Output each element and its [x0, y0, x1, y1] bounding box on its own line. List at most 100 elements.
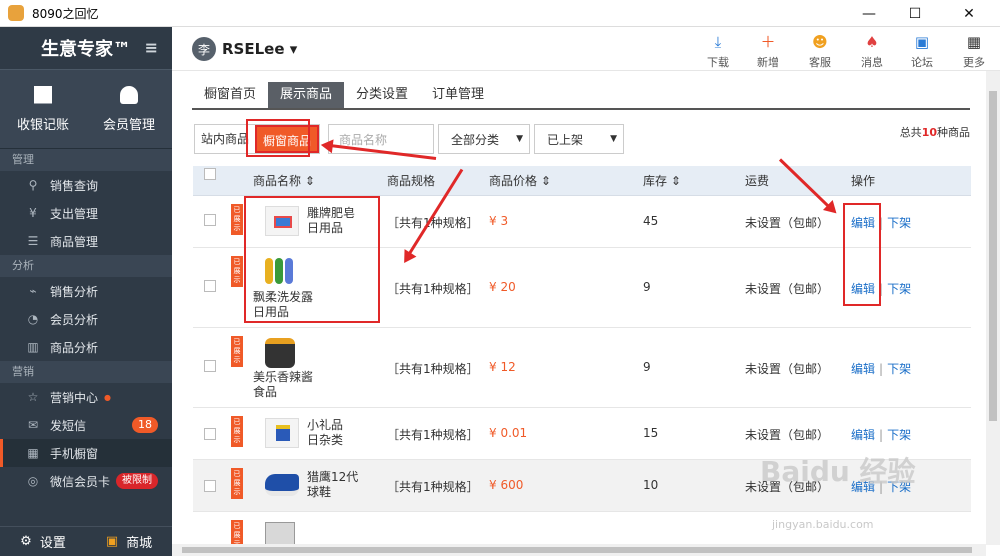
sidebar-item-label: 销售查询 — [50, 178, 99, 193]
sidebar-item-wechat-card[interactable]: ◎ 微信会员卡 被限制 — [0, 467, 172, 495]
row-checkbox[interactable] — [204, 480, 216, 492]
sidebar-item-label: 会员分析 — [50, 312, 99, 327]
product-thumbnail — [265, 206, 299, 236]
sidebar-item-expense[interactable]: ¥ 支出管理 — [0, 199, 172, 227]
user-menu[interactable]: 李 RSELee ▾ — [192, 37, 297, 61]
unlist-link[interactable]: 下架 — [887, 216, 911, 230]
mail-icon: ✉ — [27, 418, 39, 432]
product-spec: ［共有1种规格］ — [387, 362, 479, 376]
product-name-cell: 美乐香辣酱 食品 — [253, 370, 313, 400]
quick-member-label: 会员管理 — [102, 117, 155, 133]
edit-link[interactable]: 编辑 — [851, 282, 875, 296]
tab-order-management[interactable]: 订单管理 — [420, 82, 496, 108]
product-name: 猎鹰12代 — [307, 470, 359, 484]
product-name: 美乐香辣酱 — [253, 370, 314, 384]
sidebar-item-sales-analysis[interactable]: ⌁ 销售分析 — [0, 277, 172, 305]
product-price: ¥ 3 — [489, 214, 509, 228]
settings-button[interactable]: ⚙ 设置 — [0, 527, 86, 556]
header-actions: 操作 — [851, 174, 876, 188]
add-label: 新增 — [757, 56, 779, 69]
edit-link[interactable]: 编辑 — [851, 428, 875, 442]
category-select[interactable]: 全部分类 ▼ — [438, 124, 530, 154]
sidebar-item-label: 支出管理 — [50, 206, 99, 221]
messages-button[interactable]: ♠ 消息 — [852, 33, 892, 70]
star-icon: ☆ — [27, 390, 39, 404]
tab-display-products[interactable]: 展示商品 — [268, 82, 345, 108]
product-category: 食品 — [253, 385, 278, 399]
sms-count-badge: 18 — [132, 417, 158, 433]
sidebar-item-products[interactable]: ☰ 商品管理 — [0, 227, 172, 255]
close-button[interactable]: ✕ — [946, 0, 992, 27]
header-price[interactable]: 商品价格 ⇕ — [489, 172, 551, 189]
baidu-watermark: Baidu 经验 — [760, 455, 916, 488]
more-button[interactable]: ▦ 更多 — [954, 33, 994, 70]
category-select-value: 全部分类 — [451, 132, 500, 147]
settings-label: 设置 — [39, 536, 66, 551]
download-button[interactable]: ⤓ 下载 — [698, 33, 738, 70]
grid-icon: ▦ — [966, 33, 982, 51]
product-stock: 9 — [643, 280, 651, 294]
displayed-tag: 已展示 — [231, 520, 243, 544]
mall-button[interactable]: ▣ 商城 — [86, 527, 172, 556]
status-select[interactable]: 已上架 ▼ — [534, 124, 624, 154]
caret-down-icon: ▼ — [516, 134, 523, 144]
maximize-button[interactable]: ☐ — [892, 0, 938, 27]
unlist-link[interactable]: 下架 — [887, 362, 911, 376]
quick-cashier-button[interactable]: 收银记账 — [0, 70, 86, 148]
header-stock[interactable]: 库存 ⇕ — [643, 172, 681, 189]
sidebar-item-product-analysis[interactable]: ▥ 商品分析 — [0, 333, 172, 361]
sidebar-item-sales-query[interactable]: ⚲ 销售查询 — [0, 171, 172, 199]
edit-link[interactable]: 编辑 — [851, 216, 875, 230]
displayed-tag: 已展示 — [231, 336, 243, 367]
showcase-tabs: 橱窗首页 展示商品 分类设置 订单管理 — [192, 82, 970, 110]
edit-link[interactable]: 编辑 — [851, 362, 875, 376]
sidebar-item-mobile-showcase[interactable]: ▦ 手机橱窗 — [0, 439, 172, 467]
unlist-link[interactable]: 下架 — [887, 282, 911, 296]
horizontal-scrollbar[interactable] — [172, 544, 986, 556]
quick-member-button[interactable]: 会员管理 — [86, 70, 172, 148]
product-thumbnail — [265, 338, 295, 368]
hamburger-menu-icon[interactable]: ≡ — [145, 38, 158, 57]
displayed-tag: 已展示 — [231, 256, 243, 287]
caret-down-icon: ▼ — [610, 134, 617, 144]
plus-icon: ＋ — [760, 33, 776, 51]
product-shipping: 未设置（包邮） — [745, 428, 830, 442]
product-stock: 15 — [643, 426, 659, 440]
vertical-scrollbar[interactable] — [986, 71, 1000, 545]
header-shipping: 运费 — [745, 174, 770, 188]
bar-chart-icon: ▥ — [27, 340, 39, 354]
sidebar-item-sms[interactable]: ✉ 发短信 18 — [0, 411, 172, 439]
product-name: 飘柔洗发露 — [253, 290, 314, 304]
select-all-checkbox[interactable] — [204, 168, 216, 180]
bag-icon: ▣ — [105, 534, 119, 549]
minimize-button[interactable]: — — [846, 0, 892, 27]
sidebar-item-label: 发短信 — [50, 418, 87, 433]
add-button[interactable]: ＋ 新增 — [748, 33, 788, 70]
horizontal-scroll-thumb[interactable] — [182, 547, 972, 553]
row-checkbox[interactable] — [204, 360, 216, 372]
product-price: ¥ 0.01 — [489, 426, 528, 440]
tab-showcase-home[interactable]: 橱窗首页 — [192, 82, 268, 108]
scope-showcase-products[interactable]: 橱窗商品 — [255, 125, 320, 153]
calculator-icon — [34, 85, 52, 104]
unlist-link[interactable]: 下架 — [887, 428, 911, 442]
tab-category-settings[interactable]: 分类设置 — [344, 82, 420, 108]
app-icon — [8, 5, 24, 21]
total-number: 10 — [921, 126, 937, 139]
product-name-cell: 小礼品 日杂类 — [307, 418, 343, 448]
support-button[interactable]: ☻ 客服 — [800, 33, 840, 70]
download-icon: ⤓ — [714, 33, 722, 51]
row-checkbox[interactable] — [204, 214, 216, 226]
window-title: 8090之回忆 — [32, 6, 99, 21]
scope-store-products[interactable]: 站内商品 — [195, 125, 255, 153]
sidebar-item-marketing-center[interactable]: ☆ 营销中心 ● — [0, 383, 172, 411]
sidebar-item-member-analysis[interactable]: ◔ 会员分析 — [0, 305, 172, 333]
row-checkbox[interactable] — [204, 280, 216, 292]
row-checkbox[interactable] — [204, 428, 216, 440]
header-name[interactable]: 商品名称 ⇕ — [253, 172, 315, 189]
vertical-scroll-thumb[interactable] — [989, 91, 997, 421]
forum-button[interactable]: ▣ 论坛 — [902, 33, 942, 70]
product-spec: ［共有1种规格］ — [387, 428, 479, 442]
product-spec: ［共有1种规格］ — [387, 480, 479, 494]
product-price: ¥ 600 — [489, 478, 524, 492]
